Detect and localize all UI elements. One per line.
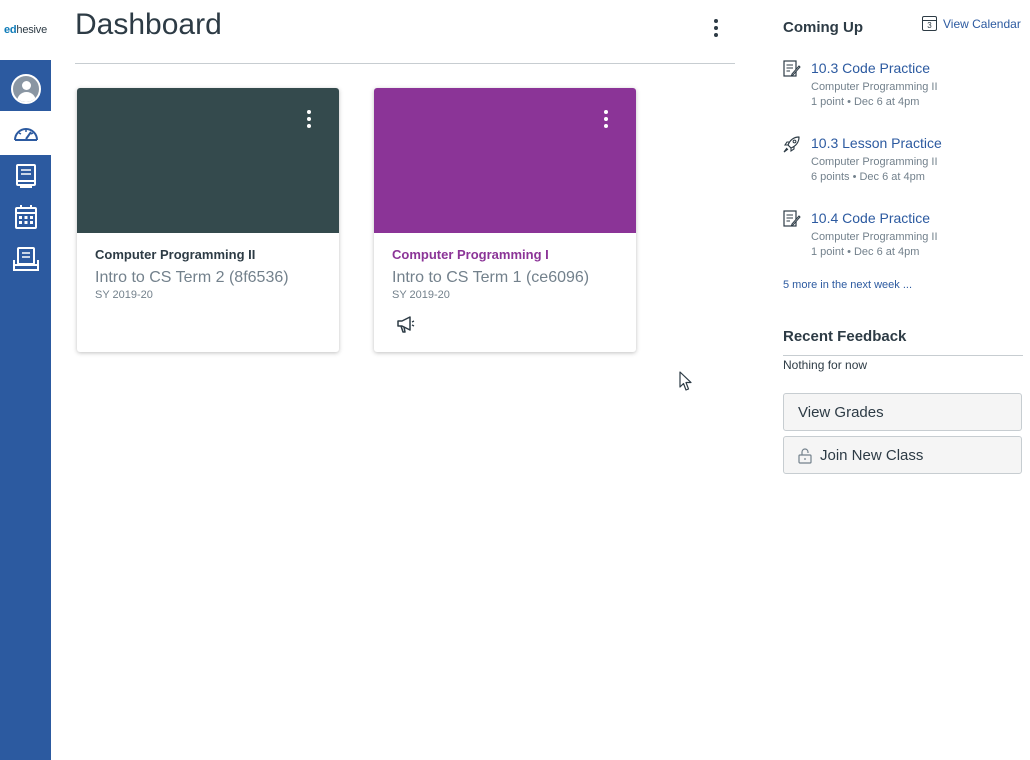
course-card-school-year: SY 2019-20 xyxy=(95,289,153,301)
course-card-options-button[interactable] xyxy=(598,107,614,131)
avatar-icon xyxy=(10,74,41,104)
nav-courses[interactable] xyxy=(0,154,51,198)
course-card-term: Intro to CS Term 2 (8f6536) xyxy=(95,269,289,286)
kebab-menu-icon xyxy=(714,19,718,23)
announcements-button[interactable] xyxy=(396,315,416,338)
course-card-hero[interactable] xyxy=(77,88,339,233)
courses-book-icon xyxy=(15,164,36,188)
recent-feedback-divider xyxy=(783,355,1023,356)
nav-account[interactable] xyxy=(0,67,51,111)
recent-feedback-empty: Nothing for now xyxy=(783,358,868,372)
brand-logo-prefix: ed xyxy=(3,24,17,36)
dashboard-gauge-icon xyxy=(13,128,38,141)
nav-inbox[interactable] xyxy=(0,237,51,281)
mouse-cursor-icon xyxy=(679,371,692,391)
calendar-icon-day: 3 xyxy=(927,21,932,30)
calendar-grid-icon xyxy=(14,205,37,229)
app-root: ed hesive Dashboard Computer Programming… xyxy=(0,0,1030,760)
view-calendar-link[interactable]: 3 View Calendar xyxy=(922,16,1021,31)
calendar-icon: 3 xyxy=(922,16,937,31)
todo-title-link[interactable]: 10.3 Lesson Practice xyxy=(811,135,942,151)
view-calendar-label: View Calendar xyxy=(943,16,1021,31)
nav-calendar[interactable] xyxy=(0,195,51,239)
brand-logo-suffix: hesive xyxy=(16,24,48,36)
todo-course: Computer Programming II xyxy=(811,81,938,93)
course-card[interactable]: Computer Programming I Intro to CS Term … xyxy=(374,88,636,352)
view-grades-button[interactable]: View Grades xyxy=(783,393,1022,431)
course-card-school-year: SY 2019-20 xyxy=(392,289,450,301)
kebab-menu-icon xyxy=(604,110,608,114)
assignment-icon xyxy=(783,210,801,227)
nav-dashboard[interactable] xyxy=(0,111,51,155)
inbox-icon xyxy=(12,247,39,271)
view-grades-label: View Grades xyxy=(798,403,884,421)
assignment-icon xyxy=(783,60,801,77)
more-upcoming-link[interactable]: 5 more in the next week ... xyxy=(783,279,912,291)
page-title: Dashboard xyxy=(75,8,222,41)
kebab-menu-icon xyxy=(307,110,311,114)
dashboard-options-button[interactable] xyxy=(706,14,726,42)
course-card-term: Intro to CS Term 1 (ce6096) xyxy=(392,269,590,286)
course-card[interactable]: Computer Programming II Intro to CS Term… xyxy=(77,88,339,352)
join-new-class-label: Join New Class xyxy=(820,446,924,464)
coming-up-heading: Coming Up xyxy=(783,19,863,36)
megaphone-icon xyxy=(397,316,415,333)
todo-title-link[interactable]: 10.4 Code Practice xyxy=(811,210,930,226)
todo-title-link[interactable]: 10.3 Code Practice xyxy=(811,60,930,76)
course-card-hero[interactable] xyxy=(374,88,636,233)
todo-course: Computer Programming II xyxy=(811,231,938,243)
join-new-class-button[interactable]: Join New Class xyxy=(783,436,1022,474)
unlock-icon xyxy=(798,447,812,464)
todo-meta: 1 point • Dec 6 at 4pm xyxy=(811,96,920,108)
recent-feedback-heading: Recent Feedback xyxy=(783,328,907,345)
todo-course: Computer Programming II xyxy=(811,156,938,168)
quiz-rocket-icon xyxy=(783,136,800,153)
header-divider xyxy=(75,63,735,64)
course-card-course-name[interactable]: Computer Programming II xyxy=(95,247,255,262)
global-navigation xyxy=(0,60,51,760)
todo-meta: 1 point • Dec 6 at 4pm xyxy=(811,246,920,258)
course-card-course-name[interactable]: Computer Programming I xyxy=(392,247,549,262)
brand-logo[interactable]: ed hesive xyxy=(0,0,51,60)
todo-meta: 6 points • Dec 6 at 4pm xyxy=(811,171,925,183)
course-card-options-button[interactable] xyxy=(301,107,317,131)
